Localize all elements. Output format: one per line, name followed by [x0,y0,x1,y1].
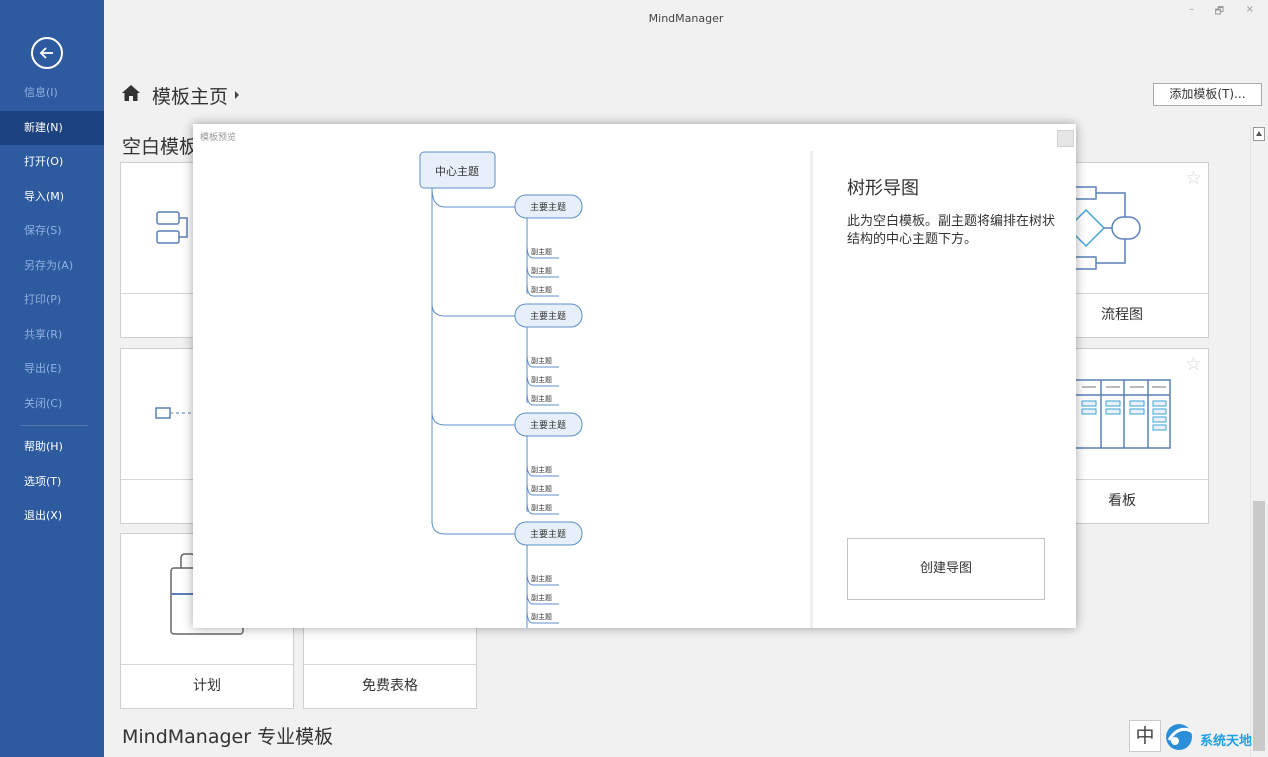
watermark-logo-icon [1166,724,1194,750]
home-icon[interactable] [121,84,141,102]
sidebar-item-save[interactable]: 保存(S) [0,214,104,249]
sub-topic: 副主题 [531,285,552,294]
scroll-up-button[interactable] [1253,127,1265,141]
sub-topic: 副主题 [531,574,552,583]
sidebar-item-exit[interactable]: 退出(X) [0,499,104,534]
sidebar-item-save-as[interactable]: 另存为(A) [0,249,104,284]
sidebar-item-import[interactable]: 导入(M) [0,180,104,215]
central-topic: 中心主题 [435,165,479,178]
sidebar-nav: 信息(I) 新建(N) 打开(O) 导入(M) 保存(S) 另存为(A) 打印(… [0,76,104,534]
favorite-star-icon[interactable]: ☆ [1185,167,1202,189]
arrow-left-icon [39,47,53,59]
dialog-title: 模板预览 [200,133,237,143]
tree-map-preview: 中心主题 主要主题 副主题 副主题 副主题 主要主题 副主题 副主题 副主题 主… [419,151,583,628]
sub-topic: 副主题 [531,266,552,275]
main-topic: 主要主题 [530,419,566,430]
back-button[interactable] [31,37,63,69]
sidebar-item-print[interactable]: 打印(P) [0,283,104,318]
template-name: 树形导图 [847,178,919,199]
sidebar-item-help[interactable]: 帮助(H) [0,430,104,465]
restore-button[interactable]: 🗗 [1215,4,1224,21]
sub-topic: 副主题 [531,484,552,493]
sub-topic: 副主题 [531,465,552,474]
section-title-blank: 空白模板 [122,136,199,158]
sidebar-item-info[interactable]: 信息(I) [0,76,104,111]
scroll-thumb[interactable] [1253,501,1265,751]
card-label: 计划 [193,678,221,694]
favorite-star-icon[interactable]: ☆ [1185,353,1202,375]
add-template-button[interactable]: 添加模板(T)... [1153,83,1262,106]
breadcrumb[interactable]: 模板主页 [152,82,228,109]
title-bar: MindManager – 🗗 × [104,0,1268,38]
page-header: 模板主页 添加模板(T)... [104,72,1268,120]
watermark-text: 系统天地 [1200,734,1253,749]
dialog-divider [810,151,813,628]
sidebar: 信息(I) 新建(N) 打开(O) 导入(M) 保存(S) 另存为(A) 打印(… [0,0,104,757]
sub-topic: 副主题 [531,612,552,621]
sidebar-item-new[interactable]: 新建(N) [0,110,104,145]
preview-canvas: 中心主题 主要主题 副主题 副主题 副主题 主要主题 副主题 副主题 副主题 主… [193,124,810,628]
main-topic: 主要主题 [530,201,566,212]
main-topic: 主要主题 [530,528,566,539]
sidebar-item-share[interactable]: 共享(R) [0,318,104,353]
create-map-button[interactable]: 创建导图 [847,538,1045,600]
sub-topic: 副主题 [531,503,552,512]
breadcrumb-arrow-icon [235,91,239,99]
sidebar-item-export[interactable]: 导出(E) [0,352,104,387]
template-description: 此为空白模板。副主题将编排在树状结构的中心主题下方。 [847,214,1056,247]
sub-topic: 副主题 [531,593,552,602]
main-topic: 主要主题 [530,310,566,321]
section-title-pro: MindManager 专业模板 [122,726,334,748]
sub-topic: 副主题 [531,356,552,365]
app-title: MindManager [648,12,724,25]
sub-topic: 副主题 [531,394,552,403]
vertical-scrollbar[interactable] [1250,125,1266,757]
sidebar-item-options[interactable]: 选项(T) [0,465,104,500]
card-label: 免费表格 [362,678,418,694]
sidebar-item-open[interactable]: 打开(O) [0,145,104,180]
dialog-close-button[interactable] [1057,130,1074,147]
close-window-button[interactable]: × [1246,4,1254,15]
ime-indicator[interactable]: 中 [1129,720,1161,752]
template-preview-dialog: 中心主题 主要主题 副主题 副主题 副主题 主要主题 副主题 副主题 副主题 主… [193,124,1076,628]
sidebar-divider [20,425,88,426]
sub-topic: 副主题 [531,247,552,256]
minimize-button[interactable]: – [1189,4,1194,15]
sidebar-item-close[interactable]: 关闭(C) [0,387,104,422]
sub-topic: 副主题 [531,375,552,384]
